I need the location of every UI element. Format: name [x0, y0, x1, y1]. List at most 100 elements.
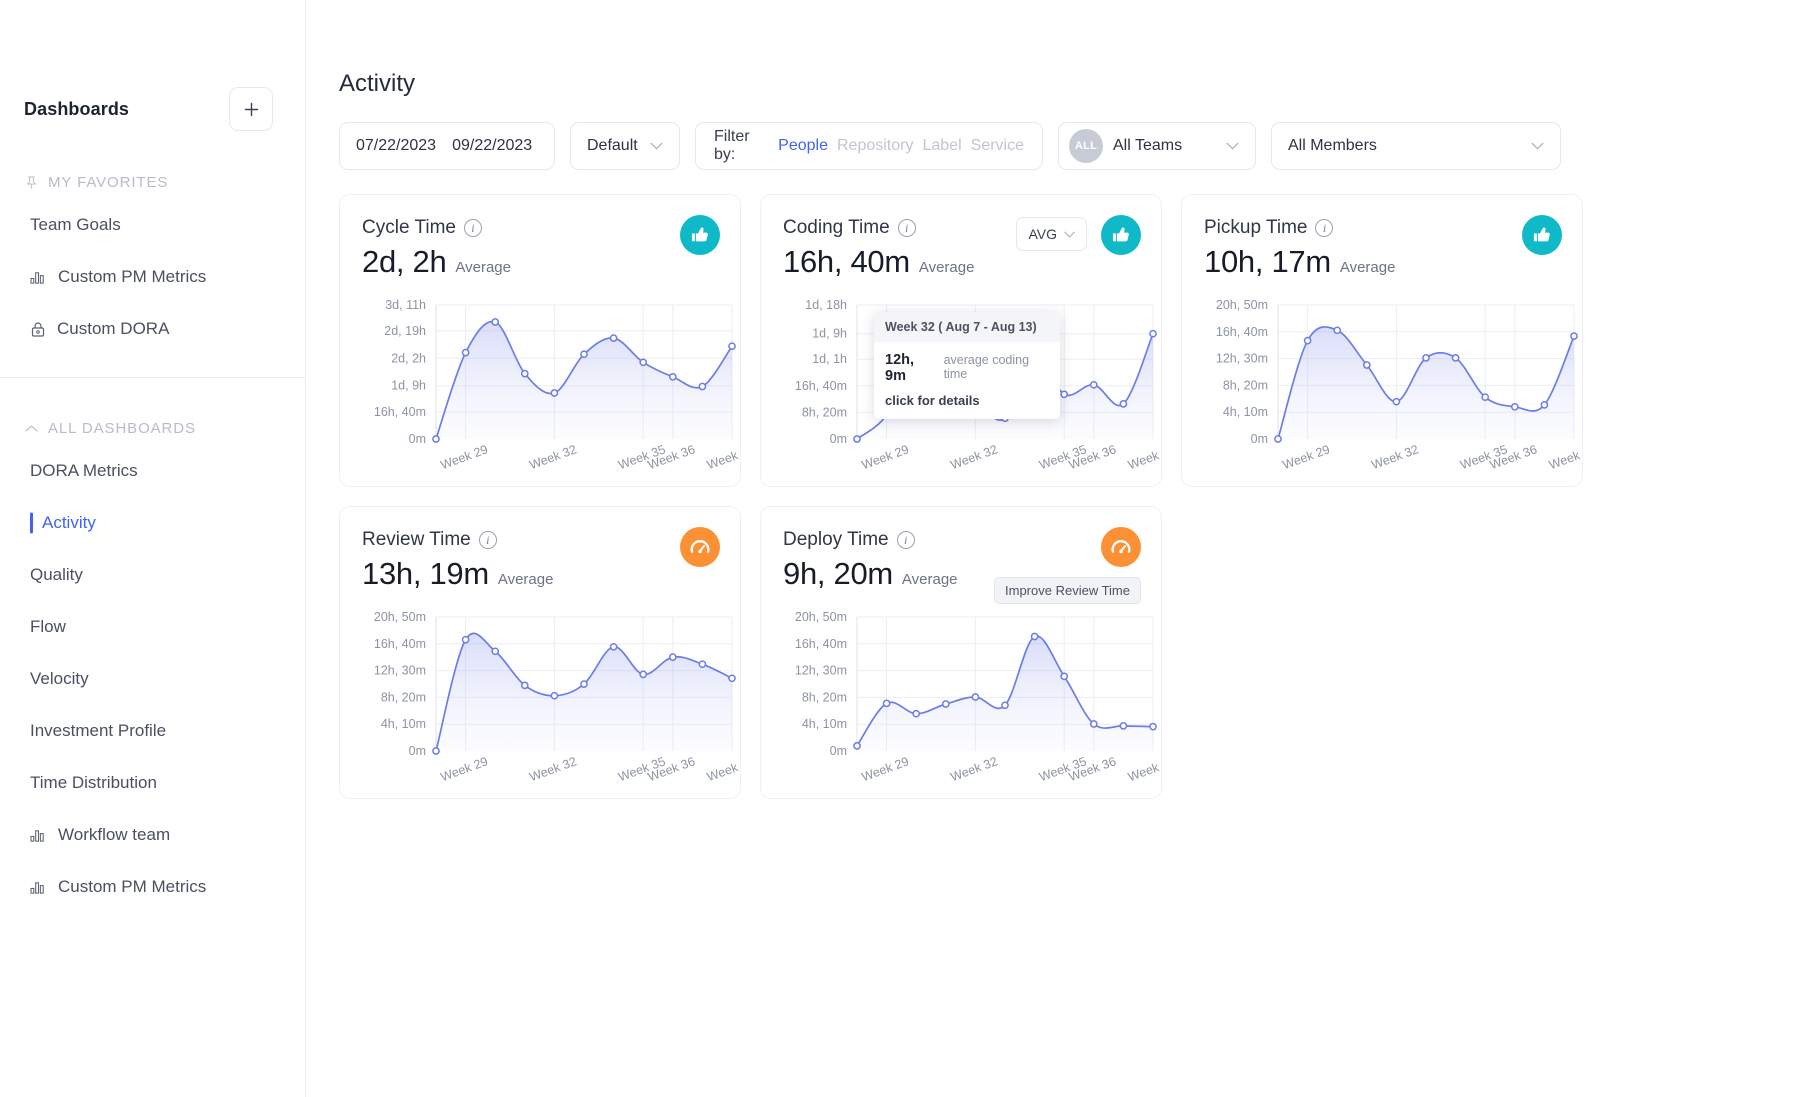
- filter-option-repository[interactable]: Repository: [837, 137, 913, 155]
- svg-text:Week 29: Week 29: [860, 442, 911, 472]
- card-value: 13h, 19m: [362, 556, 489, 592]
- metric-card[interactable]: Coding Timei16h, 40mAverageAVG1d, 18h1d,…: [760, 194, 1162, 487]
- sidebar-item-label: Flow: [30, 617, 66, 637]
- sidebar-item-custom-pm-metrics-fav[interactable]: Custom PM Metrics: [0, 251, 305, 303]
- members-select[interactable]: All Members: [1271, 122, 1561, 170]
- sidebar-item-dora-metrics[interactable]: DORA Metrics: [0, 445, 305, 497]
- sidebar-item-flow[interactable]: Flow: [0, 601, 305, 653]
- svg-text:16h, 40m: 16h, 40m: [374, 637, 426, 651]
- metric-chart: 20h, 50m16h, 40m12h, 30m8h, 20m4h, 10m0m…: [1182, 291, 1583, 487]
- sidebar-item-activity[interactable]: Activity: [0, 497, 305, 549]
- card-value: 16h, 40m: [783, 244, 910, 280]
- status-badge[interactable]: [1101, 527, 1141, 567]
- lock-icon: [30, 321, 46, 338]
- svg-text:Week 38: Week 38: [1126, 754, 1162, 784]
- metric-card[interactable]: Cycle Timei2d, 2hAverage3d, 11h2d, 19h2d…: [339, 194, 741, 487]
- plus-icon: [243, 101, 260, 118]
- sidebar-item-custom-dora[interactable]: Custom DORA: [0, 303, 305, 355]
- tooltip-body: 12h, 9maverage coding timeclick for deta…: [874, 342, 1060, 419]
- sidebar-divider: [0, 377, 305, 378]
- aggregation-select[interactable]: AVG: [1016, 217, 1087, 251]
- metric-card[interactable]: Review Timei13h, 19mAverage20h, 50m16h, …: [339, 506, 741, 799]
- filter-option-label[interactable]: Label: [922, 137, 961, 155]
- status-badge[interactable]: [1101, 215, 1141, 255]
- svg-text:16h, 40m: 16h, 40m: [795, 637, 847, 651]
- aggregation-value: AVG: [1028, 226, 1057, 242]
- svg-text:Week 32: Week 32: [1370, 442, 1421, 472]
- page-title: Activity: [339, 70, 1794, 98]
- svg-text:0m: 0m: [830, 432, 847, 446]
- card-header: Cycle Time i: [362, 217, 718, 239]
- svg-text:8h, 20m: 8h, 20m: [1223, 378, 1268, 392]
- metric-card[interactable]: Deploy Timei 9h, 20m Average Improve Review…: [760, 506, 1162, 799]
- sidebar-item-team-goals[interactable]: Team Goals: [0, 199, 305, 251]
- svg-text:16h, 40m: 16h, 40m: [374, 405, 426, 419]
- sidebar-item-quality[interactable]: Quality: [0, 549, 305, 601]
- card-value: 9h, 20m: [783, 556, 893, 592]
- chart-area[interactable]: 20h, 50m16h, 40m12h, 30m8h, 20m4h, 10m0m…: [340, 603, 741, 799]
- sidebar: Dashboards MY FAVORITES Team Goals: [0, 0, 306, 1097]
- card-title: Cycle Time: [362, 217, 456, 239]
- sidebar-item-custom-pm-metrics[interactable]: Custom PM Metrics: [0, 861, 305, 913]
- svg-text:Week 29: Week 29: [439, 442, 490, 472]
- status-badge[interactable]: [1522, 215, 1562, 255]
- tooltip-hint[interactable]: click for details: [885, 393, 1049, 408]
- svg-text:Week 32: Week 32: [528, 442, 579, 472]
- svg-text:12h, 30m: 12h, 30m: [795, 664, 847, 678]
- pin-icon: [24, 175, 39, 190]
- tooltip-value: 12h, 9m: [885, 352, 936, 384]
- teams-select[interactable]: ALL All Teams: [1058, 122, 1256, 170]
- svg-text:0m: 0m: [409, 744, 426, 758]
- info-icon[interactable]: i: [479, 531, 497, 549]
- add-dashboard-button[interactable]: [229, 87, 273, 131]
- card-value-suffix: Average: [919, 259, 975, 276]
- info-icon[interactable]: i: [464, 219, 482, 237]
- chart-area[interactable]: 20h, 50m16h, 40m12h, 30m8h, 20m4h, 10m0m…: [761, 603, 1162, 799]
- info-icon[interactable]: i: [897, 531, 915, 549]
- svg-text:4h, 10m: 4h, 10m: [1223, 405, 1268, 419]
- sidebar-item-investment-profile[interactable]: Investment Profile: [0, 705, 305, 757]
- filter-by-group[interactable]: Filter by: People Repository Label Servi…: [695, 122, 1043, 170]
- chart-area[interactable]: 3d, 11h2d, 19h2d, 2h1d, 9h16h, 40m0mWeek…: [340, 291, 741, 487]
- filter-option-service[interactable]: Service: [971, 137, 1024, 155]
- info-icon[interactable]: i: [1315, 219, 1333, 237]
- section-all-dashboards[interactable]: ALL DASHBOARDS: [0, 420, 305, 437]
- section-my-favorites: MY FAVORITES: [0, 174, 305, 191]
- card-value: 10h, 17m: [1204, 244, 1331, 280]
- svg-text:1d, 9h: 1d, 9h: [812, 327, 847, 341]
- status-badge[interactable]: [680, 215, 720, 255]
- sidebar-item-time-distribution[interactable]: Time Distribution: [0, 757, 305, 809]
- card-value-row: 16h, 40m Average: [783, 244, 1139, 280]
- card-title: Review Time: [362, 529, 471, 551]
- section-label: ALL DASHBOARDS: [48, 420, 196, 437]
- card-value-suffix: Average: [455, 259, 511, 276]
- chevron-down-icon: [1531, 142, 1544, 150]
- all-teams-avatar: ALL: [1069, 129, 1103, 163]
- svg-text:1d, 18h: 1d, 18h: [805, 298, 847, 312]
- sidebar-item-label: Quality: [30, 565, 83, 585]
- sidebar-item-workflow-team[interactable]: Workflow team: [0, 809, 305, 861]
- svg-text:Week 38: Week 38: [1547, 442, 1583, 472]
- date-range-picker[interactable]: 07/22/2023 09/22/2023: [339, 122, 555, 170]
- info-icon[interactable]: i: [898, 219, 916, 237]
- svg-text:8h, 20m: 8h, 20m: [802, 690, 847, 704]
- svg-text:Week 29: Week 29: [439, 754, 490, 784]
- improve-tip-badge[interactable]: Improve Review Time: [994, 577, 1141, 604]
- svg-text:16h, 40m: 16h, 40m: [795, 379, 847, 393]
- card-value-suffix: Average: [902, 571, 958, 588]
- metric-chart: 20h, 50m16h, 40m12h, 30m8h, 20m4h, 10m0m…: [761, 603, 1162, 799]
- svg-text:Week 29: Week 29: [860, 754, 911, 784]
- metric-card[interactable]: Pickup Timei10h, 17mAverage20h, 50m16h, …: [1181, 194, 1583, 487]
- chart-area[interactable]: 20h, 50m16h, 40m12h, 30m8h, 20m4h, 10m0m…: [1182, 291, 1583, 487]
- sidebar-item-velocity[interactable]: Velocity: [0, 653, 305, 705]
- svg-text:1d, 1h: 1d, 1h: [812, 352, 847, 366]
- card-header: Deploy Timei: [783, 529, 1139, 551]
- preset-select[interactable]: Default: [570, 122, 680, 170]
- sidebar-item-label: Custom DORA: [57, 319, 169, 339]
- chart-tooltip: Week 32 ( Aug 7 - Aug 13)12h, 9maverage …: [874, 312, 1060, 419]
- svg-text:8h, 20m: 8h, 20m: [802, 405, 847, 419]
- svg-text:0m: 0m: [409, 432, 426, 446]
- filter-option-people[interactable]: People: [778, 137, 828, 155]
- teams-value: All Teams: [1113, 137, 1226, 155]
- status-badge[interactable]: [680, 527, 720, 567]
